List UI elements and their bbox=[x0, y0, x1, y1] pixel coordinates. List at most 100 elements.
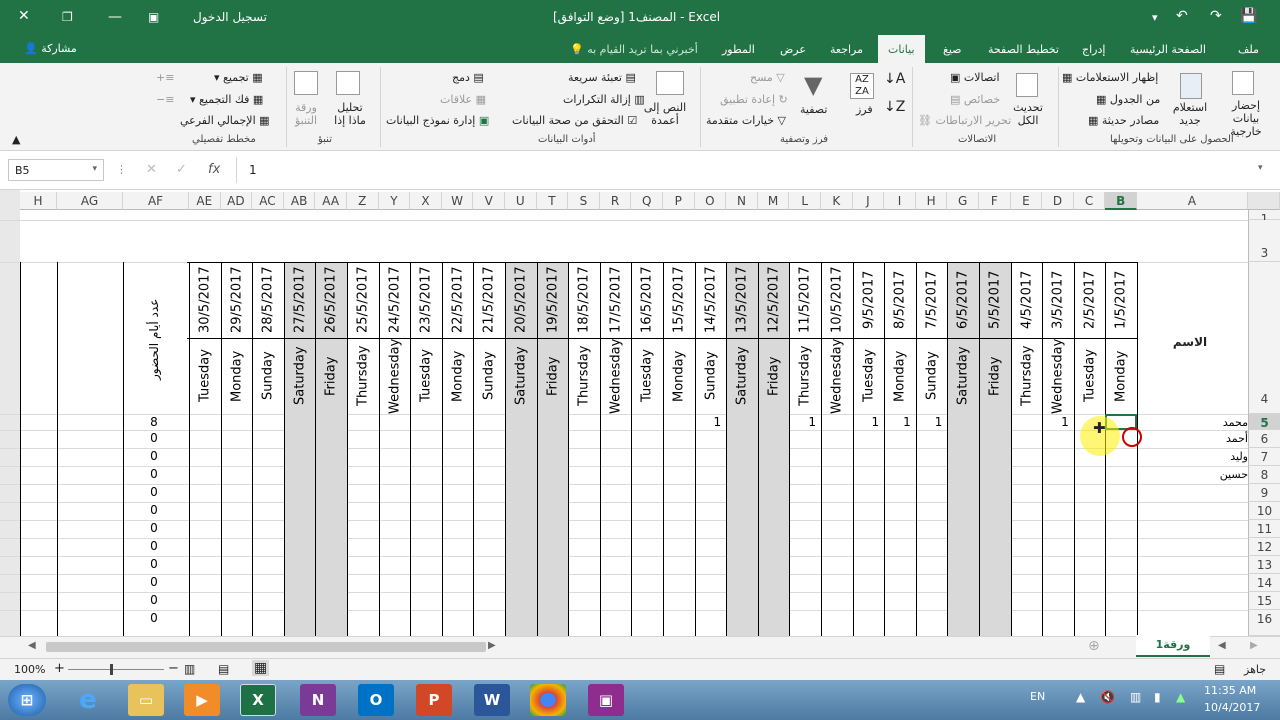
customize-qat-icon[interactable]: ▾ bbox=[1152, 11, 1158, 24]
from-table-button[interactable]: ▦ من الجدول bbox=[1096, 93, 1160, 106]
network-icon[interactable]: ▥ bbox=[1130, 690, 1141, 704]
column-header[interactable]: T bbox=[536, 192, 569, 210]
day-cell[interactable]: Saturday bbox=[726, 340, 758, 412]
word-icon[interactable]: W bbox=[474, 684, 510, 716]
remove-duplicates-button[interactable]: إزالة التكرارات ▥ bbox=[563, 93, 645, 106]
column-header[interactable]: AG bbox=[57, 192, 123, 210]
select-all-corner[interactable] bbox=[1248, 192, 1280, 210]
count-cell[interactable]: 0 bbox=[121, 449, 187, 463]
reapply-button[interactable]: إعادة تطبيق ↻ bbox=[720, 93, 788, 106]
name-cell[interactable]: حسين bbox=[1138, 468, 1248, 481]
scroll-right-icon[interactable]: ▶ bbox=[488, 640, 496, 651]
advanced-filter-button[interactable]: خيارات متقدمة ▽ bbox=[706, 114, 786, 127]
date-cell[interactable]: 7/5/2017 bbox=[916, 264, 948, 336]
day-cell[interactable]: Sunday bbox=[252, 340, 284, 412]
worksheet-grid[interactable]: A B C D E F G H I J K L M N O P Q R S T U V W X Y Z AA AB AC AD AE AF AG… bbox=[0, 190, 1280, 636]
day-cell[interactable]: Wednesday bbox=[379, 338, 411, 413]
date-cell[interactable]: 8/5/2017 bbox=[884, 264, 916, 336]
column-header[interactable]: D bbox=[1042, 192, 1074, 210]
powerpoint-icon[interactable]: P bbox=[416, 684, 452, 716]
insert-function-icon[interactable]: fx bbox=[208, 162, 220, 177]
day-cell[interactable]: Wednesday bbox=[1042, 338, 1074, 413]
sort-desc-icon[interactable]: ↓Z bbox=[884, 99, 905, 115]
column-header[interactable]: Z bbox=[347, 192, 379, 210]
name-box[interactable]: B5 ▾ bbox=[8, 159, 104, 181]
recorder-icon[interactable]: ▣ bbox=[588, 684, 624, 716]
date-cell[interactable]: 12/5/2017 bbox=[758, 264, 790, 336]
day-cell[interactable]: Thursday bbox=[789, 340, 821, 412]
undo-icon[interactable]: ↶ bbox=[1176, 8, 1188, 24]
new-query-button[interactable]: استعلام جديد bbox=[1170, 101, 1210, 127]
manage-data-model-button[interactable]: إدارة نموذج البيانات ▣ bbox=[386, 114, 489, 127]
share-button[interactable]: 👤 مشاركة bbox=[24, 42, 77, 55]
attendance-cell[interactable]: 1 bbox=[916, 415, 943, 429]
column-header[interactable]: B bbox=[1105, 192, 1137, 210]
clock-time[interactable]: 11:35 AM bbox=[1204, 684, 1256, 697]
column-header[interactable]: L bbox=[789, 192, 821, 210]
filter-button[interactable]: تصفية bbox=[800, 103, 827, 116]
next-sheet-icon[interactable]: ▶ bbox=[1250, 640, 1258, 651]
row-header[interactable]: 12 bbox=[1248, 538, 1280, 556]
column-header[interactable]: Q bbox=[631, 192, 663, 210]
column-header[interactable]: AA bbox=[315, 192, 347, 210]
hide-detail-icon[interactable]: −≡ bbox=[156, 93, 174, 106]
close-icon[interactable]: ✕ bbox=[18, 8, 30, 24]
explorer-icon[interactable]: ▭ bbox=[128, 684, 164, 716]
group-button[interactable]: ▾ تجميع ▦ bbox=[214, 71, 263, 84]
sort-button[interactable]: فرز bbox=[856, 103, 873, 116]
day-cell[interactable]: Saturday bbox=[284, 340, 316, 412]
column-header[interactable]: H bbox=[915, 192, 948, 210]
date-cell[interactable]: 13/5/2017 bbox=[726, 264, 758, 336]
day-cell[interactable]: Saturday bbox=[505, 340, 537, 412]
row-header[interactable]: 3 bbox=[1248, 220, 1280, 262]
flash-fill-button[interactable]: تعبئة سريعة ▤ bbox=[568, 71, 636, 84]
zoom-slider[interactable] bbox=[68, 669, 164, 670]
zoom-level[interactable]: 100% bbox=[14, 663, 45, 676]
tab-review[interactable]: مراجعة bbox=[830, 43, 863, 56]
row-header[interactable]: 13 bbox=[1248, 556, 1280, 574]
column-header[interactable]: H bbox=[20, 192, 57, 210]
name-cell[interactable]: وليد bbox=[1138, 450, 1248, 463]
date-cell[interactable]: 5/5/2017 bbox=[979, 264, 1011, 336]
get-external-data-button[interactable]: إحضار بيانات خارجية bbox=[1218, 99, 1274, 138]
column-header[interactable]: R bbox=[599, 192, 632, 210]
count-cell[interactable]: 0 bbox=[121, 611, 187, 625]
tab-insert[interactable]: إدراج bbox=[1082, 43, 1105, 56]
row-header[interactable]: 6 bbox=[1248, 430, 1280, 448]
column-header[interactable]: P bbox=[663, 192, 695, 210]
restore-icon[interactable]: ❐ bbox=[62, 10, 73, 24]
date-cell[interactable]: 25/5/2017 bbox=[347, 264, 379, 336]
column-header[interactable]: O bbox=[694, 192, 727, 210]
count-cell[interactable]: 8 bbox=[121, 415, 187, 429]
row-header[interactable]: 16 bbox=[1248, 610, 1280, 636]
name-header[interactable]: الاسم bbox=[1150, 335, 1230, 349]
date-cell[interactable]: 16/5/2017 bbox=[631, 264, 663, 336]
page-break-view-icon[interactable]: ▥ bbox=[184, 662, 195, 676]
column-header[interactable]: U bbox=[505, 192, 537, 210]
tab-page-layout[interactable]: تخطيط الصفحة bbox=[988, 43, 1059, 56]
date-cell[interactable]: 20/5/2017 bbox=[505, 264, 537, 336]
day-cell[interactable]: Tuesday bbox=[631, 340, 663, 412]
date-cell[interactable]: 22/5/2017 bbox=[442, 264, 474, 336]
refresh-all-button[interactable]: تحديث الكل bbox=[1008, 101, 1048, 127]
what-if-button[interactable]: تحليل ماذا إذا bbox=[330, 101, 370, 127]
formula-input[interactable]: 1 bbox=[236, 157, 1270, 183]
column-header[interactable]: AF bbox=[123, 192, 189, 210]
text-to-columns-button[interactable]: النص إلى أعمدة bbox=[640, 101, 690, 127]
start-button[interactable]: ⊞ bbox=[8, 684, 46, 716]
count-cell[interactable]: 0 bbox=[121, 521, 187, 535]
date-cell[interactable]: 28/5/2017 bbox=[252, 264, 284, 336]
row-header[interactable]: 9 bbox=[1248, 484, 1280, 502]
formula-bar-dots-icon[interactable]: ⋮ bbox=[116, 163, 127, 176]
column-header[interactable]: AB bbox=[283, 192, 316, 210]
day-cell[interactable]: Friday bbox=[979, 340, 1011, 412]
ungroup-button[interactable]: ▾ فك التجميع ▦ bbox=[190, 93, 263, 106]
day-cell[interactable]: Sunday bbox=[695, 340, 727, 412]
day-cell[interactable]: Wednesday bbox=[821, 338, 853, 413]
date-cell[interactable]: 14/5/2017 bbox=[695, 264, 727, 336]
date-cell[interactable]: 27/5/2017 bbox=[284, 264, 316, 336]
day-cell[interactable]: Tuesday bbox=[1074, 340, 1106, 412]
day-cell[interactable]: Monday bbox=[1105, 340, 1137, 412]
date-cell[interactable]: 9/5/2017 bbox=[853, 264, 885, 336]
day-cell[interactable]: Thursday bbox=[1011, 340, 1043, 412]
